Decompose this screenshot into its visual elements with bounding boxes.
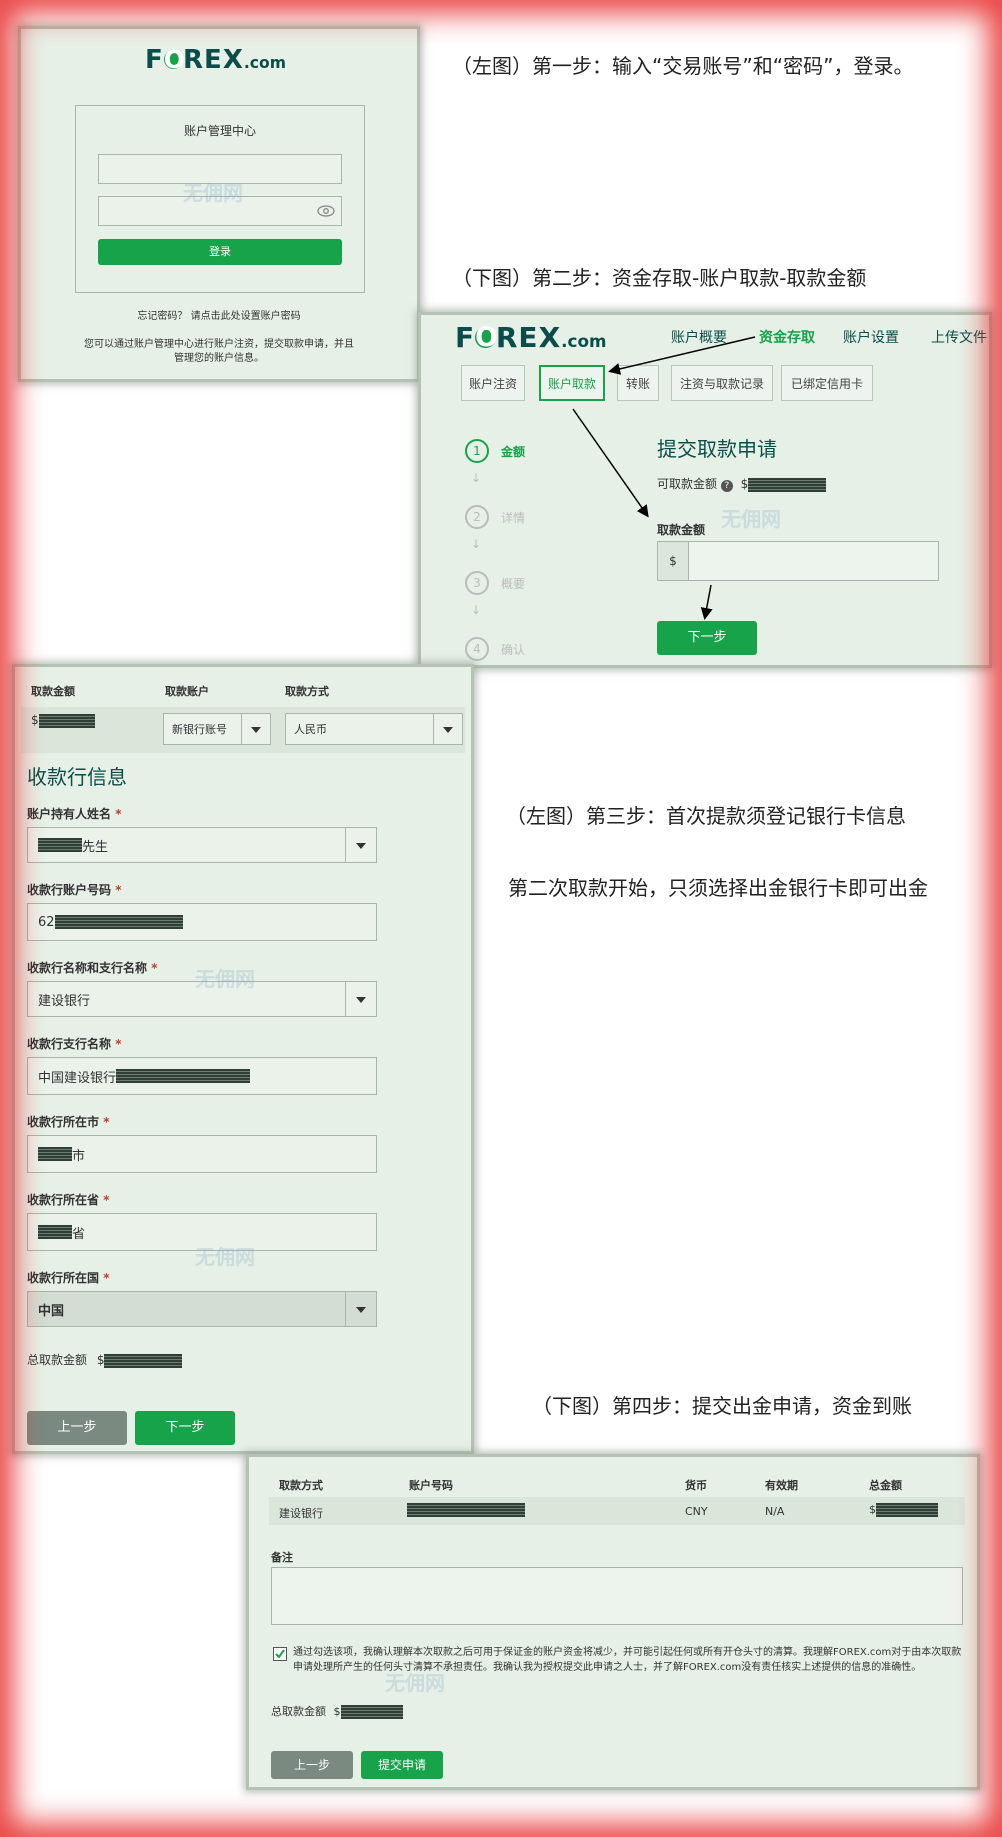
watermark: 无佣网 [385, 1671, 445, 1695]
step-2-circle: 2 [465, 505, 489, 529]
step-4-circle: 4 [465, 637, 489, 661]
check-icon [275, 1649, 285, 1659]
watermark: 无佣网 [195, 1245, 255, 1269]
prev-button[interactable]: 上一步 [271, 1751, 353, 1779]
remark-label: 备注 [271, 1551, 293, 1564]
caption-step4: （下图）第四步：提交出金申请，资金到账 [532, 1394, 912, 1418]
country-select[interactable]: 中国 [27, 1291, 377, 1327]
header-amount: 取款金额 [31, 685, 75, 698]
redacted-amount [748, 477, 827, 492]
agreement-checkbox[interactable] [273, 1647, 287, 1661]
header-account: 取款账户 [165, 685, 209, 698]
nav-upload-files[interactable]: 上传文件 [931, 327, 987, 347]
tab-transfer[interactable]: 转账 [617, 365, 659, 401]
total-amount-row: 总取款金额 $ [27, 1351, 183, 1368]
chevron-down-icon[interactable] [345, 828, 376, 862]
step-2-label: 详情 [501, 511, 526, 525]
remark-textarea[interactable] [271, 1567, 963, 1625]
login-title: 账户管理中心 [183, 124, 256, 138]
row-expiry: N/A [765, 1505, 785, 1518]
bank-name-label: 收款行名称和支行名称 * [27, 961, 158, 975]
method-select[interactable]: 人民币 [285, 713, 463, 745]
city-input[interactable]: 市 [27, 1135, 377, 1173]
step-3-label: 概要 [501, 577, 526, 591]
submit-button[interactable]: 提交申请 [361, 1751, 443, 1779]
confirm-panel: 取款方式 账户号码 货币 有效期 总金额 建设银行 CNY N/A $ 备注 通… [246, 1454, 980, 1790]
step-arrow-icon: ↓ [471, 537, 482, 551]
step-3-circle: 3 [465, 571, 489, 595]
step-1-circle: 1 [465, 439, 489, 463]
account-select[interactable]: 新银行账号 [163, 713, 271, 745]
holder-name-select[interactable]: 先生 [27, 827, 377, 863]
eye-icon[interactable] [317, 205, 335, 217]
login-description-1: 您可以通过账户管理中心进行账户注资，提交取款申请，并且 [84, 339, 354, 350]
nav-account-summary[interactable]: 账户概要 [671, 327, 727, 347]
chevron-down-icon[interactable] [433, 714, 462, 744]
forgot-password-link[interactable]: 忘记密码？ 请点击此处设置账户密码 [21, 307, 417, 322]
help-icon[interactable]: ? [720, 480, 733, 492]
row-currency: CNY [685, 1505, 708, 1518]
branch-name-label: 收款行支行名称 * [27, 1037, 122, 1051]
amount-label: 取款金额 [657, 523, 706, 537]
withdraw-title: 提交取款申请 [657, 437, 777, 461]
login-description-2: 管理您的账户信息。 [174, 353, 264, 364]
country-label: 收款行所在国 * [27, 1271, 110, 1285]
section-title: 收款行信息 [27, 765, 127, 789]
bank-info-panel: 取款金额 取款账户 取款方式 $ 新银行账号 人民币 收款行信息 账户持有人姓名… [12, 664, 474, 1454]
confirm-row [269, 1497, 965, 1525]
chevron-down-icon[interactable] [345, 982, 376, 1016]
step-arrow-icon: ↓ [471, 603, 482, 617]
caption-step3b: 第二次取款开始，只须选择出金银行卡即可出金 [508, 876, 928, 900]
header-method: 取款方式 [279, 1479, 323, 1492]
login-panel: FOREX.com 账户管理中心 登录 忘记密码？ 请点击此处设置账户密码 您可… [18, 26, 420, 382]
header-total: 总金额 [869, 1479, 902, 1492]
available-row: 可取款金额 ? $ [657, 475, 827, 492]
holder-name-label: 账户持有人姓名 * [27, 807, 122, 821]
account-number-label: 收款行账户号码 * [27, 883, 122, 897]
tab-history[interactable]: 注资与取款记录 [671, 365, 773, 401]
header-expiry: 有效期 [765, 1479, 798, 1492]
tab-deposit[interactable]: 账户注资 [461, 365, 525, 401]
nav-funding[interactable]: 资金存取 [759, 327, 815, 347]
header-currency: 货币 [685, 1479, 707, 1492]
nav-account-settings[interactable]: 账户设置 [843, 327, 899, 347]
next-button[interactable]: 下一步 [657, 621, 757, 655]
amount-input[interactable]: $ [657, 541, 939, 581]
header-method: 取款方式 [285, 685, 329, 698]
prev-button[interactable]: 上一步 [27, 1411, 127, 1445]
step-arrow-icon: ↓ [471, 471, 482, 485]
caption-step3a: （左图）第三步：首次提款须登记银行卡信息 [506, 804, 906, 828]
next-button[interactable]: 下一步 [135, 1411, 235, 1445]
currency-addon: $ [658, 542, 689, 580]
confirm-total-row: 总取款金额 $ [271, 1703, 403, 1719]
city-label: 收款行所在市 * [27, 1115, 110, 1129]
row-amount: $ [869, 1503, 938, 1517]
account-number-input[interactable]: 62 [27, 903, 377, 941]
caption-step1: （左图）第一步：输入“交易账号”和“密码”，登录。 [452, 54, 914, 78]
chevron-down-icon[interactable] [345, 1292, 376, 1326]
watermark: 无佣网 [183, 181, 243, 205]
header-account-number: 账户号码 [409, 1479, 453, 1492]
step-4-label: 确认 [501, 643, 526, 657]
withdraw-panel: FOREX.com 账户概要 资金存取 账户设置 上传文件 账户注资 账户取款 … [418, 312, 992, 668]
caption-step2: （下图）第二步：资金存取-账户取款-取款金额 [452, 266, 867, 290]
row-method: 建设银行 [279, 1507, 323, 1520]
forex-logo: FOREX.com [145, 44, 286, 75]
watermark: 无佣网 [721, 507, 781, 531]
forex-logo: FOREX.com [455, 321, 607, 354]
province-label: 收款行所在省 * [27, 1193, 110, 1207]
tab-withdraw[interactable]: 账户取款 [539, 365, 605, 401]
chevron-down-icon[interactable] [241, 714, 270, 744]
login-button[interactable]: 登录 [98, 239, 342, 265]
branch-name-input[interactable]: 中国建设银行 [27, 1057, 377, 1095]
row-account [407, 1503, 525, 1517]
summary-amount: $ [31, 713, 95, 728]
watermark: 无佣网 [195, 967, 255, 991]
tab-credit-cards[interactable]: 已绑定信用卡 [781, 365, 873, 401]
step-1-label: 金额 [501, 445, 526, 459]
